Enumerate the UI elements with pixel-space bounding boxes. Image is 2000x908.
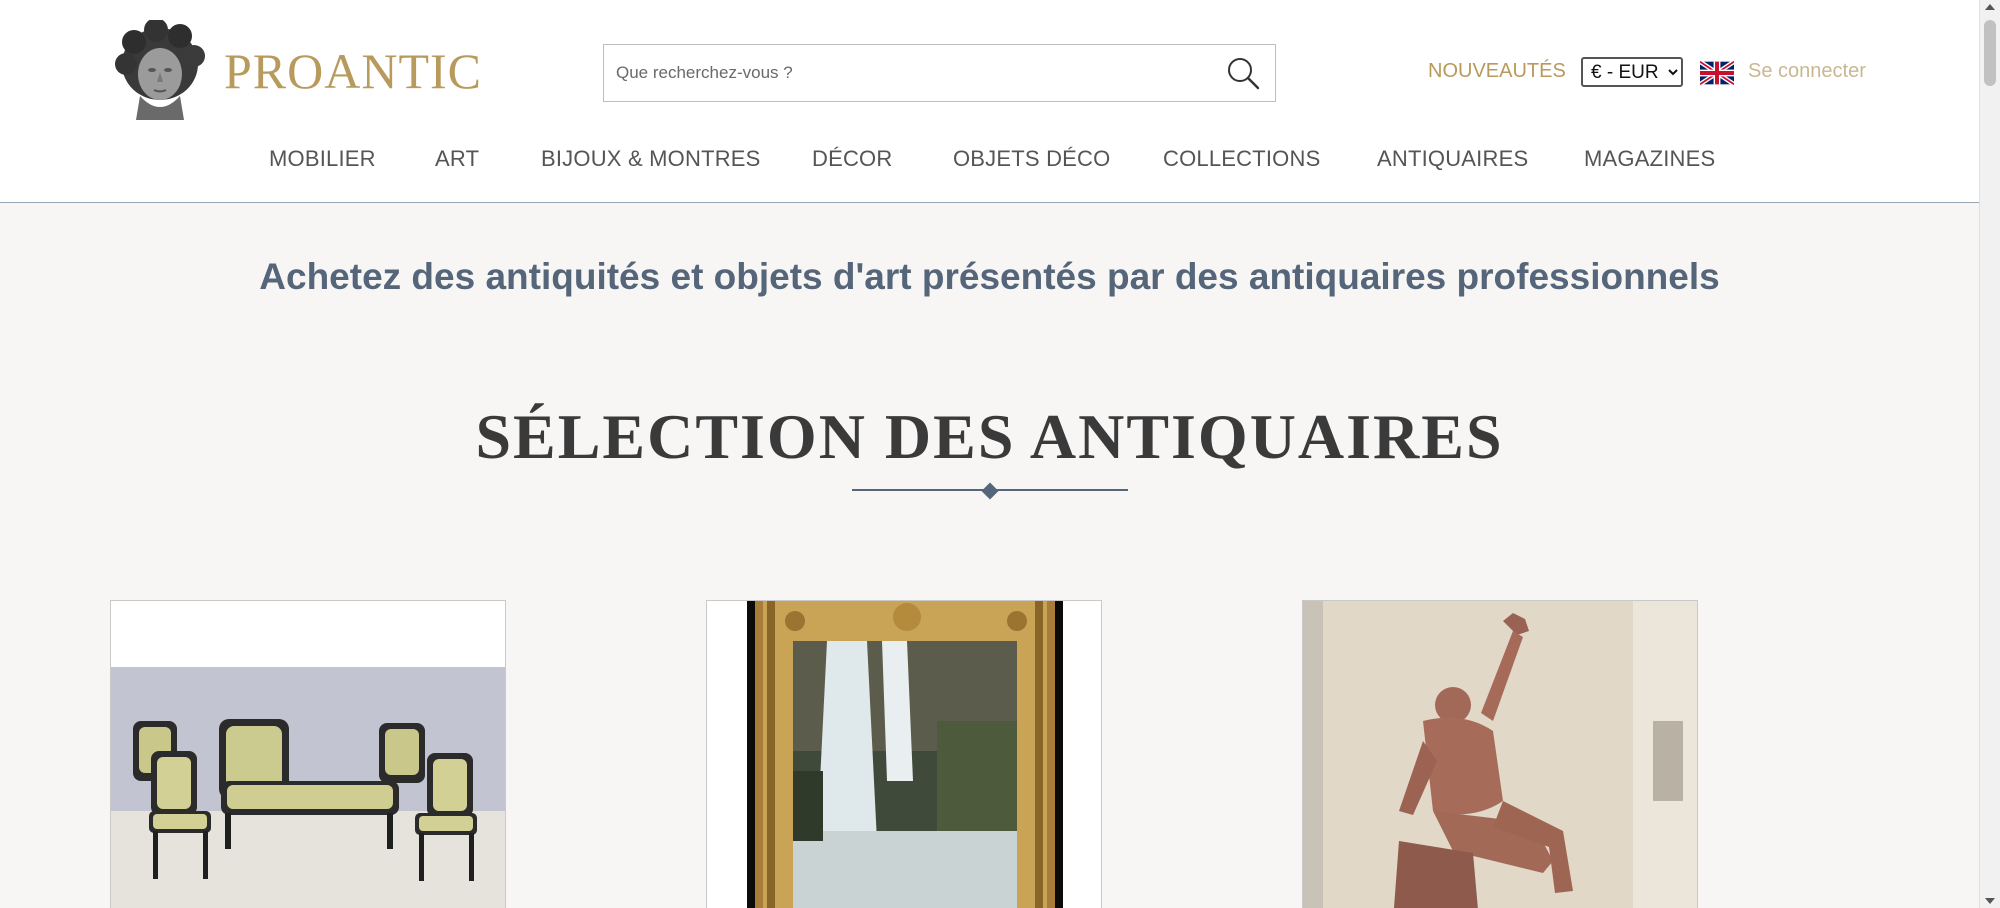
product-card-sculpture[interactable]	[1302, 600, 1698, 908]
product-card-painting[interactable]	[706, 600, 1102, 908]
nav-item-mobilier[interactable]: MOBILIER	[269, 146, 376, 172]
currency-select[interactable]: € - EUR	[1581, 57, 1683, 87]
nav-item-decor[interactable]: DÉCOR	[812, 146, 892, 172]
nav-item-bijoux-montres[interactable]: BIJOUX & MONTRES	[541, 146, 761, 172]
nav-item-objets-deco[interactable]: OBJETS DÉCO	[953, 146, 1110, 172]
search-box	[603, 44, 1276, 102]
nav-item-antiquaires[interactable]: ANTIQUAIRES	[1377, 146, 1528, 172]
login-link[interactable]: Se connecter	[1748, 60, 1866, 83]
nav-item-collections[interactable]: COLLECTIONS	[1163, 146, 1320, 172]
divider-diamond-icon	[981, 482, 999, 500]
logo-link[interactable]: PROANTIC	[110, 20, 482, 122]
furniture-set-image	[111, 601, 505, 908]
bust-logo-icon	[115, 20, 205, 120]
nav-item-magazines[interactable]: MAGAZINES	[1584, 146, 1715, 172]
page-scrollbar[interactable]	[1979, 0, 2000, 908]
waterfall-painting-image	[707, 601, 1101, 908]
scroll-up-arrow-icon[interactable]	[1985, 4, 1995, 10]
search-input[interactable]	[604, 45, 1204, 101]
tagline: Achetez des antiquités et objets d'art p…	[259, 256, 1720, 297]
brand-name: PROANTIC	[224, 43, 483, 99]
nouveautes-link[interactable]: NOUVEAUTÉS	[1428, 60, 1566, 83]
section-title: SÉLECTION DES ANTIQUAIRES	[475, 401, 1504, 472]
search-icon[interactable]	[1225, 55, 1261, 91]
nav-item-art[interactable]: ART	[435, 146, 479, 172]
product-card-furniture[interactable]	[110, 600, 506, 908]
uk-flag-icon[interactable]	[1700, 61, 1734, 85]
scroll-down-arrow-icon[interactable]	[1985, 898, 1995, 904]
terracotta-sculpture-image	[1303, 601, 1697, 908]
main-nav: MOBILIER ART BIJOUX & MONTRES DÉCOR OBJE…	[0, 146, 1979, 180]
scroll-thumb[interactable]	[1984, 20, 1996, 86]
site-header: PROANTIC NOUVEAUTÉS € - EUR Se connecter…	[0, 0, 1979, 203]
